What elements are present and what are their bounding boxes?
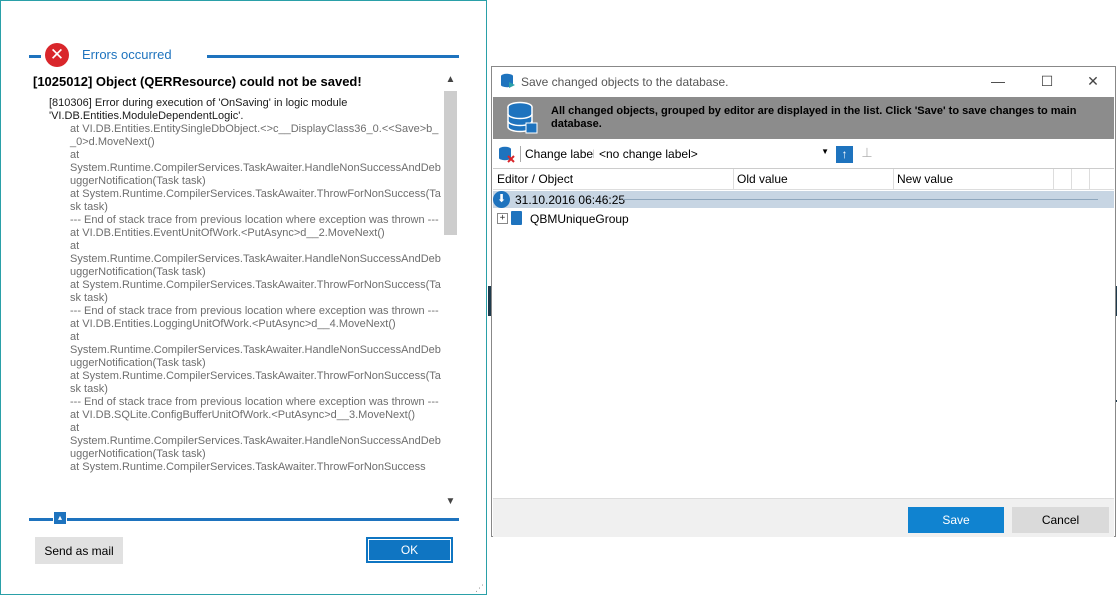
scroll-down-icon[interactable]: ▼ [442,495,459,509]
window-title: Save changed objects to the database. [521,75,729,89]
column-old-value[interactable]: Old value [737,172,788,186]
maximize-icon[interactable]: ☐ [1032,71,1062,91]
change-label-value: <no change label> [599,147,698,161]
stack-line: at [70,240,80,252]
stack-line: System.Runtime.CompilerServices.TaskAwai… [70,253,441,278]
column-divider [1071,169,1072,189]
stack-line: --- End of stack trace from previous loc… [70,305,439,317]
stack-line: --- End of stack trace from previous loc… [70,396,439,408]
group-rule [623,199,1098,200]
error-details: [810306] Error during execution of 'OnSa… [49,97,441,513]
stack-line: System.Runtime.CompilerServices.TaskAwai… [70,435,441,460]
stack-line: at System.Runtime.CompilerServices.TaskA… [70,279,441,304]
toolbar: Change label <no change label> ▼ ↑ ⊥ [493,142,1114,166]
stack-line: at [70,422,80,434]
error-scrollbar[interactable]: ▲ ▼ [442,73,459,511]
send-as-mail-button[interactable]: Send as mail [35,537,123,564]
info-banner: All changed objects, grouped by editor a… [493,97,1114,139]
chevron-down-icon[interactable]: ▼ [821,147,829,156]
stack-line: at VI.DB.Entities.LoggingUnitOfWork.<Put… [70,318,396,330]
error-header-title: Errors occurred [82,47,172,62]
stack-line: at VI.DB.Entities.EntitySingleDbObject.<… [70,123,439,148]
stack-line: at System.Runtime.CompilerServices.TaskA… [70,370,441,395]
resize-grip-icon[interactable]: ⋰ [475,583,484,594]
column-divider [1053,169,1054,189]
header-line-left [29,55,41,58]
error-title: [1025012] Object (QERResource) could not… [33,74,362,89]
object-row[interactable]: + QBMUniqueGroup [493,210,1114,228]
column-editor-object[interactable]: Editor / Object [497,172,573,186]
arrow-up-icon[interactable]: ↑ [836,146,853,163]
stack-trace: at VI.DB.Entities.EntitySingleDbObject.<… [49,123,441,474]
banner-text: All changed objects, grouped by editor a… [551,105,1077,130]
changes-grid: Editor / Object Old value New value ⬇ 31… [493,168,1114,499]
change-label-select[interactable]: <no change label> ▼ [594,144,832,164]
column-divider [893,169,894,189]
stack-line: at VI.DB.Entities.EventUnitOfWork.<PutAs… [70,227,385,239]
cancel-button[interactable]: Cancel [1012,507,1109,533]
editor-user-icon: ⬇ [493,191,510,208]
stack-line: at System.Runtime.CompilerServices.TaskA… [70,188,441,213]
dialog-footer: Save Cancel [493,498,1114,537]
column-divider [1089,169,1090,189]
stack-line: at [70,149,80,161]
stack-line: System.Runtime.CompilerServices.TaskAwai… [70,344,441,369]
group-row[interactable]: ⬇ 31.10.2016 06:46:25 [493,191,1114,208]
object-name: QBMUniqueGroup [530,212,629,226]
error-circle-icon: ✕ [45,43,69,67]
database-label-icon [499,146,515,163]
group-date: 31.10.2016 06:46:25 [515,193,626,207]
pin-icon[interactable]: ⊥ [861,145,873,162]
header-line-right [207,55,459,58]
minimize-icon[interactable]: — [983,71,1013,91]
change-label-caption: Change label [525,147,596,161]
stack-line: --- End of stack trace from previous loc… [70,214,439,226]
stack-line: at [70,331,80,343]
grid-header: Editor / Object Old value New value [493,169,1114,190]
scroll-up-icon[interactable]: ▲ [442,73,459,87]
stack-line: at VI.DB.SQLite.ConfigBufferUnitOfWork.<… [70,409,416,421]
error-dialog: ✕ Errors occurred [1025012] Object (QERR… [0,0,487,595]
title-bar: Save changed objects to the database. — … [492,67,1115,97]
database-save-icon [501,73,515,88]
close-icon[interactable]: ✕ [1078,71,1108,91]
scroll-thumb[interactable] [444,91,457,235]
object-icon [511,211,522,225]
column-new-value[interactable]: New value [897,172,953,186]
toolbar-separator [520,146,521,162]
stack-line: at System.Runtime.CompilerServices.TaskA… [70,461,426,473]
footer-divider: ▴ [29,511,459,525]
stack-line: System.Runtime.CompilerServices.TaskAwai… [70,162,441,187]
splitter-handle-icon[interactable]: ▴ [53,511,67,525]
save-button[interactable]: Save [908,507,1004,533]
column-divider [733,169,734,189]
save-dialog: Save changed objects to the database. — … [491,66,1116,537]
ok-button[interactable]: OK [366,537,453,563]
error-header: ✕ Errors occurred [29,43,459,69]
error-message: [810306] Error during execution of 'OnSa… [49,97,348,122]
expand-icon[interactable]: + [497,213,508,224]
database-icon [507,101,538,134]
